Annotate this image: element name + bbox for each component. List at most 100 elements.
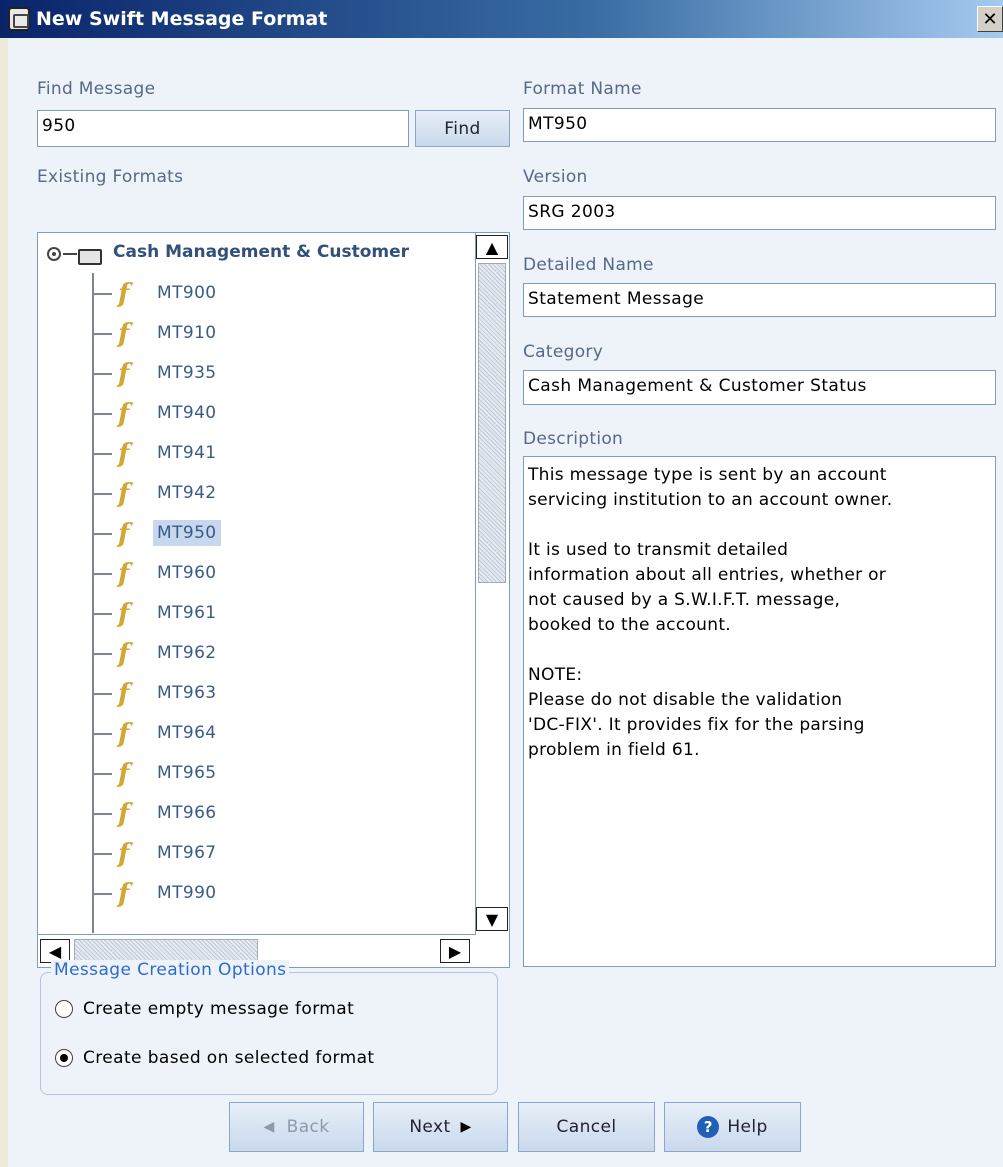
format-icon: f [118,479,130,509]
category-input[interactable]: Cash Management & Customer Status [523,370,996,405]
find-button[interactable]: Find [415,110,510,147]
tree-item[interactable]: f MT963 [38,675,458,711]
tree-connector [94,853,112,855]
description-label: Description [523,429,624,449]
tree-connector [94,453,112,455]
radio-empty-format[interactable] [55,1000,73,1018]
version-label: Version [523,167,588,187]
option-based-on-selected[interactable]: Create based on selected format [55,1048,374,1068]
vertical-scrollbar[interactable]: ▲ ▼ [475,233,509,934]
format-icon: f [118,519,130,549]
tree-item-label: MT961 [157,603,217,623]
app-icon [8,7,30,31]
version-input[interactable]: SRG 2003 [523,196,996,230]
tree-item-label: MT950 [153,520,221,546]
tree-item-label: MT900 [157,283,217,303]
category-label: Category [523,342,604,362]
format-name-input[interactable]: MT950 [523,108,996,142]
tree-item[interactable]: f MT940 [38,395,458,431]
tree-connector [94,693,112,695]
scroll-corner [476,934,509,967]
tree-item-label: MT964 [157,723,217,743]
tree-item[interactable]: f MT960 [38,555,458,591]
tree-item[interactable]: f MT990 [38,875,458,911]
format-icon: f [118,839,130,869]
tree-item[interactable]: f MT950 [38,515,458,551]
formats-tree[interactable]: Cash Management & Customer f MT900 f MT910 f… [37,232,510,968]
tree-connector [94,893,112,895]
help-button[interactable]: ? Help [664,1102,801,1152]
format-icon: f [118,759,130,789]
scroll-up-button[interactable]: ▲ [476,235,508,259]
tree-item[interactable]: f MT964 [38,715,458,751]
tree-item[interactable]: f MT962 [38,635,458,671]
close-button[interactable]: ✕ [977,6,1003,32]
message-creation-options-group: Message Creation Options Create empty me… [40,960,498,1095]
tree-item-label: MT960 [157,563,217,583]
tree-item[interactable]: f MT941 [38,435,458,471]
dialog-body: Find Message 950 Find Existing Formats C… [8,38,1003,1167]
tree-connector [94,333,112,335]
folder-icon [78,249,102,265]
tree-item-label: MT990 [157,883,217,903]
format-icon: f [118,639,130,669]
detailed-name-label: Detailed Name [523,255,654,275]
cancel-button[interactable]: Cancel [518,1102,655,1152]
tree-root-node[interactable]: Cash Management & Customer [38,237,474,271]
find-message-input[interactable]: 950 [37,110,409,147]
radio-based-on-selected[interactable] [55,1049,73,1067]
tree-item-label: MT940 [157,403,217,423]
format-icon: f [118,559,130,589]
option-based-label: Create based on selected format [83,1048,375,1068]
help-icon: ? [697,1116,720,1138]
window-title: New Swift Message Format [36,8,328,30]
title-bar: New Swift Message Format ✕ [0,0,1003,38]
vertical-scroll-thumb[interactable] [478,263,506,583]
collapse-toggle-icon[interactable] [47,247,61,261]
tree-item[interactable]: f MT942 [38,475,458,511]
option-empty-format[interactable]: Create empty message format [55,999,354,1019]
tree-connector [94,293,112,295]
format-icon: f [118,399,130,429]
format-icon: f [118,799,130,829]
format-icon: f [118,279,130,309]
scroll-right-button[interactable]: ▶ [440,939,470,963]
description-textarea[interactable]: This message type is sent by an account … [523,456,996,967]
tree-connector [94,373,112,375]
tree-root-label: Cash Management & Customer [113,242,410,262]
tree-connector [94,533,112,535]
tree-item-label: MT966 [157,803,217,823]
next-label: Next [409,1117,451,1137]
scroll-down-button[interactable]: ▼ [476,907,508,931]
arrow-right-icon: ▶ [460,1119,472,1135]
tree-connector [94,733,112,735]
tree-item-label: MT941 [157,443,217,463]
tree-item-label: MT962 [157,643,217,663]
next-button[interactable]: Next ▶ [373,1102,508,1152]
format-icon: f [118,599,130,629]
tree-item[interactable]: f MT966 [38,795,458,831]
back-label: Back [286,1117,330,1137]
find-message-label: Find Message [37,79,156,99]
tree-item[interactable]: f MT900 [38,275,458,311]
tree-item[interactable]: f MT967 [38,835,458,871]
tree-item[interactable]: f MT961 [38,595,458,631]
existing-formats-label: Existing Formats [37,167,184,187]
format-icon: f [118,879,130,909]
format-icon: f [118,679,130,709]
detailed-name-input[interactable]: Statement Message [523,283,996,317]
format-name-label: Format Name [523,79,642,99]
tree-connector [94,773,112,775]
tree-item[interactable]: f MT910 [38,315,458,351]
arrow-left-icon: ◀ [263,1119,275,1135]
tree-item[interactable]: f MT965 [38,755,458,791]
tree-item[interactable]: f MT935 [38,355,458,391]
tree-connector [94,613,112,615]
tree-connector [94,813,112,815]
tree-connector [94,653,112,655]
format-icon: f [118,319,130,349]
back-button[interactable]: ◀ Back [229,1102,364,1152]
tree-connector [94,493,112,495]
tree-item-label: MT935 [157,363,217,383]
group-legend: Message Creation Options [51,960,290,980]
